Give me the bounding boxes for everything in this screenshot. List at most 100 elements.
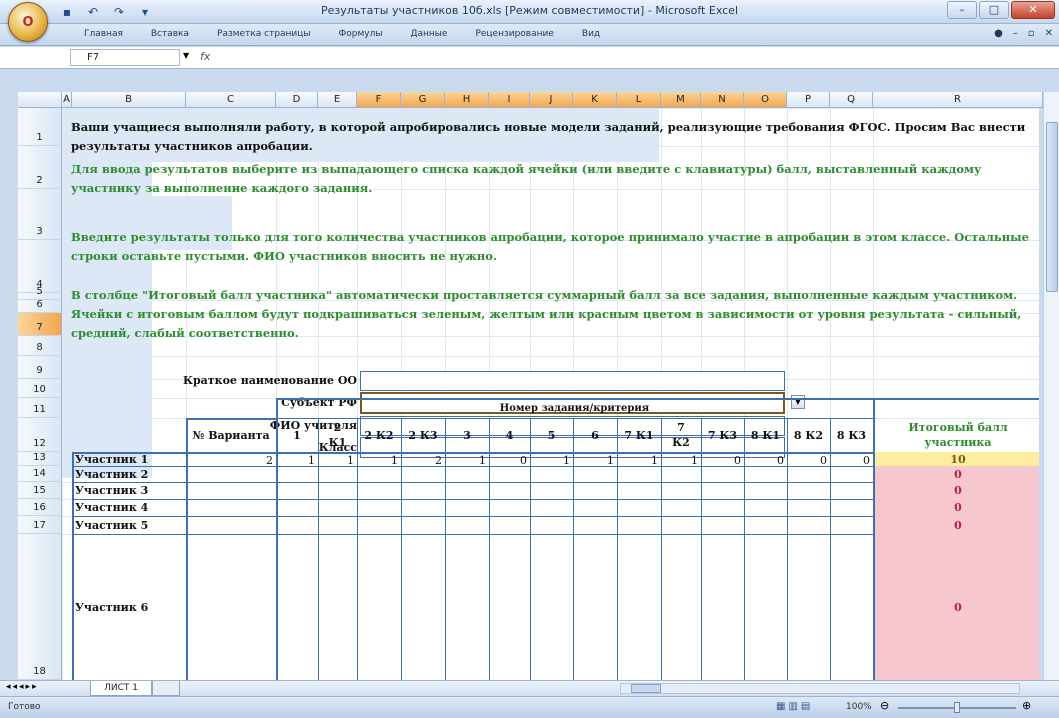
formula-input[interactable] xyxy=(222,49,1042,66)
table-border xyxy=(873,398,875,680)
table-border xyxy=(72,452,74,680)
zoom-slider-thumb[interactable] xyxy=(954,702,960,713)
column-header-J[interactable]: J xyxy=(530,92,573,108)
tab-view[interactable]: Вид xyxy=(568,29,614,39)
select-all-corner[interactable] xyxy=(18,92,62,108)
tab-formulas[interactable]: Формулы xyxy=(325,29,397,39)
row-header-10[interactable]: 10 xyxy=(18,379,62,398)
row-header-11[interactable]: 11 xyxy=(18,398,62,418)
ribbon: Главная Вставка Разметка страницы Формул… xyxy=(0,24,1059,46)
column-header-K[interactable]: K xyxy=(573,92,617,108)
column-header-O[interactable]: O xyxy=(744,92,787,108)
office-button[interactable]: O xyxy=(8,2,48,42)
row-header-14[interactable]: 14 xyxy=(18,466,62,482)
task-header-13: 8 К2 xyxy=(793,428,824,442)
row-header-17[interactable]: 17 xyxy=(18,516,62,534)
horizontal-scroll-thumb[interactable] xyxy=(631,684,661,693)
minimize-button[interactable]: – xyxy=(947,1,977,19)
tab-page-layout[interactable]: Разметка страницы xyxy=(203,29,325,39)
row-header-7[interactable]: 7 xyxy=(18,313,62,336)
name-box[interactable]: F7 xyxy=(70,49,180,66)
participant-name: Участник 5 xyxy=(75,518,149,532)
row-header-16[interactable]: 16 xyxy=(18,499,62,516)
vertical-scrollbar[interactable] xyxy=(1043,92,1059,680)
column-header-A[interactable]: A xyxy=(62,92,72,108)
column-header-L[interactable]: L xyxy=(617,92,661,108)
worksheet-grid: Ваши учащиеся выполняли работу, в которо… xyxy=(62,108,1039,680)
tab-review[interactable]: Рецензирование xyxy=(461,29,567,39)
column-header-F[interactable]: F xyxy=(357,92,401,108)
task-header-11: 7 К3 xyxy=(707,428,738,442)
column-header-H[interactable]: H xyxy=(445,92,489,108)
tab-home[interactable]: Главная xyxy=(70,29,137,39)
title-bar: ▪ ↶ ↷ ▾ Результаты участников 10б.xls [Р… xyxy=(0,0,1059,24)
maximize-button[interactable]: □ xyxy=(979,1,1009,19)
task-header-9: 7 К1 xyxy=(624,428,654,442)
task-header-4: 2 К3 xyxy=(408,428,438,442)
task-header-12: 8 К1 xyxy=(750,428,781,442)
zoom-in-icon[interactable]: ⊕ xyxy=(1022,699,1031,712)
column-header-I[interactable]: I xyxy=(489,92,530,108)
status-text: Готово xyxy=(8,702,41,712)
total-score-cell: 10 xyxy=(873,452,1039,466)
column-header-C[interactable]: C xyxy=(186,92,276,108)
row-header-12[interactable]: 12 xyxy=(18,418,62,452)
sheet-tab-1[interactable]: ЛИСТ 1 xyxy=(90,681,152,696)
help-icon[interactable]: ● xyxy=(994,28,1003,39)
variant-header: № Варианта xyxy=(192,428,270,442)
vertical-scroll-thumb[interactable] xyxy=(1046,122,1058,292)
sheet-nav-icons[interactable]: ◂◂◂▸▸ xyxy=(6,682,39,692)
column-header-E[interactable]: E xyxy=(318,92,357,108)
task-header-5: 3 xyxy=(463,428,471,442)
row-header-1[interactable]: 1 xyxy=(18,108,62,146)
formula-bar: F7 ▼ fx xyxy=(0,47,1059,69)
instruction-note-2: Для ввода результатов выберите из выпада… xyxy=(71,162,982,195)
total-score-cell: 0 xyxy=(873,482,1039,499)
zoom-out-icon[interactable]: ⊖ xyxy=(880,699,889,712)
column-header-Q[interactable]: Q xyxy=(830,92,873,108)
view-buttons[interactable]: ▦▥▤ xyxy=(776,701,813,712)
column-header-P[interactable]: P xyxy=(787,92,830,108)
table-border xyxy=(276,398,278,680)
table-border xyxy=(72,499,873,500)
table-border xyxy=(573,418,574,680)
table-border xyxy=(617,418,618,680)
row-header-3[interactable]: 3 xyxy=(18,189,62,240)
row-header-6[interactable]: 6 xyxy=(18,299,62,313)
ribbon-close-icon[interactable]: ✕ xyxy=(1045,28,1053,39)
insert-sheet-icon[interactable] xyxy=(152,681,180,696)
name-box-dropdown-icon[interactable]: ▼ xyxy=(183,51,189,60)
row-header-15[interactable]: 15 xyxy=(18,482,62,499)
table-border xyxy=(489,418,490,680)
column-header-B[interactable]: B xyxy=(72,92,186,108)
row-header-13[interactable]: 13 xyxy=(18,452,62,466)
fx-icon[interactable]: fx xyxy=(200,50,210,63)
column-header-R[interactable]: R xyxy=(873,92,1043,108)
org-input[interactable] xyxy=(360,371,785,391)
instruction-note-3: Введите результаты только для того колич… xyxy=(71,230,1029,263)
column-header-N[interactable]: N xyxy=(701,92,744,108)
row-header-8[interactable]: 8 xyxy=(18,336,62,356)
row-header-18[interactable]: 18 xyxy=(18,534,62,680)
column-header-M[interactable]: M xyxy=(661,92,701,108)
close-button[interactable]: ✕ xyxy=(1011,1,1055,19)
table-border xyxy=(830,418,831,680)
tab-insert[interactable]: Вставка xyxy=(137,29,203,39)
ribbon-minimize-icon[interactable]: – xyxy=(1013,28,1018,39)
column-header-G[interactable]: G xyxy=(401,92,445,108)
zoom-level[interactable]: 100% xyxy=(846,702,872,712)
tab-data[interactable]: Данные xyxy=(396,29,461,39)
sheet-tab-bar: ◂◂◂▸▸ ЛИСТ 1 xyxy=(0,680,1059,696)
total-score-cell: 0 xyxy=(873,516,1039,534)
participant-name: Участник 2 xyxy=(75,467,149,481)
table-border xyxy=(661,418,662,680)
horizontal-scrollbar[interactable] xyxy=(620,683,1020,694)
gridline xyxy=(62,356,1039,357)
row-header-2[interactable]: 2 xyxy=(18,146,62,189)
column-header-D[interactable]: D xyxy=(276,92,318,108)
total-score-cell: 0 xyxy=(873,534,1039,680)
ribbon-restore-icon[interactable]: ▫ xyxy=(1028,28,1035,39)
table-border xyxy=(186,418,188,680)
row-header-9[interactable]: 9 xyxy=(18,356,62,379)
org-label: Краткое наименование ОО xyxy=(182,374,357,387)
